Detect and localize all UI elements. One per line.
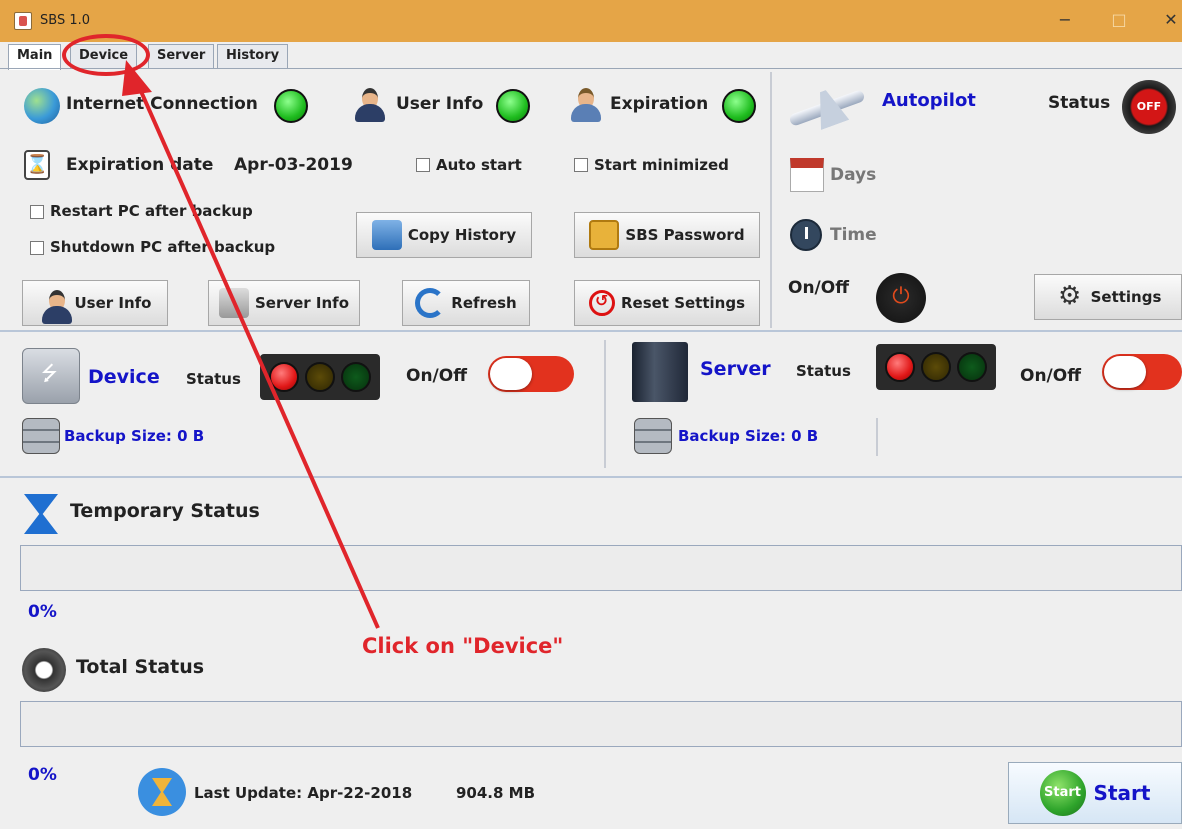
annotation-text: Click on "Device"	[362, 634, 564, 658]
annotation-arrow	[122, 60, 380, 629]
